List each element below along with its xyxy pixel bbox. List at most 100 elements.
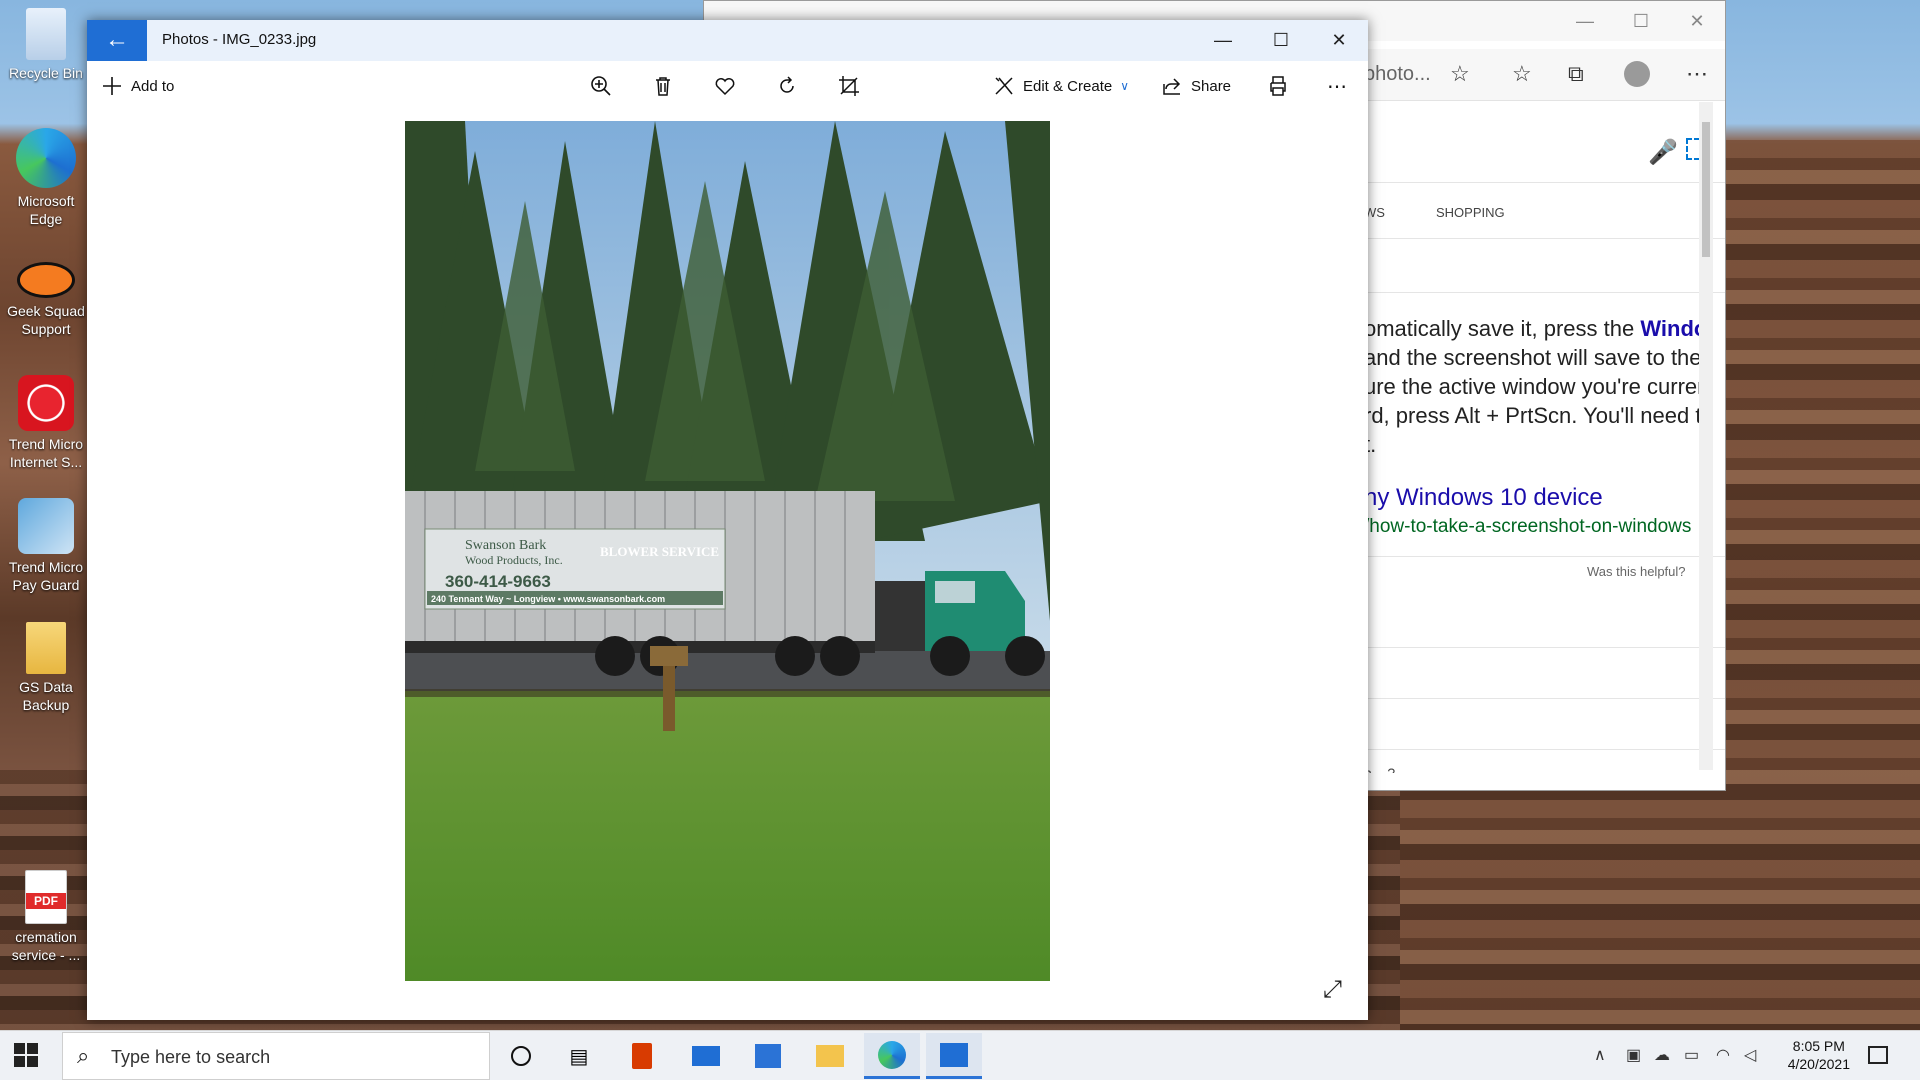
office-app-icon[interactable] <box>614 1033 670 1079</box>
trend-micro-icon <box>18 375 74 431</box>
desktop-icon-label: Recycle Bin <box>9 65 83 81</box>
close-button[interactable]: ✕ <box>1310 20 1368 61</box>
desktop-icon-edge[interactable]: Microsoft Edge <box>2 128 90 228</box>
share-icon <box>1163 78 1181 95</box>
start-button[interactable] <box>14 1043 38 1067</box>
photos-app-window[interactable]: ← Photos - IMG_0233.jpg — ☐ ✕ Add to Edi… <box>87 20 1368 1020</box>
edge-scrollbar[interactable] <box>1699 102 1713 770</box>
address-bar[interactable]: photo... <box>1364 63 1431 86</box>
desktop-icon-recycle-bin[interactable]: Recycle Bin <box>2 8 90 82</box>
edge-icon <box>16 128 76 188</box>
favorite-button[interactable] <box>714 71 736 101</box>
trend-micro-payguard-icon <box>18 498 74 554</box>
meet-now-icon[interactable]: ▣ <box>1626 1045 1641 1065</box>
crop-icon <box>839 76 859 96</box>
battery-icon[interactable]: ▭ <box>1684 1045 1699 1065</box>
maximize-button[interactable]: ☐ <box>1252 20 1310 61</box>
more-menu-icon[interactable]: ⋯ <box>1686 61 1708 87</box>
share-button[interactable]: Share <box>1161 71 1231 101</box>
zoom-button[interactable] <box>590 71 612 101</box>
edge-minimize-button[interactable]: — <box>1557 3 1613 39</box>
snippet-bold: Windo <box>1640 316 1708 341</box>
add-favorite-icon[interactable]: ☆ <box>1450 61 1470 87</box>
rotate-button[interactable] <box>776 71 798 101</box>
back-arrow-icon: ← <box>105 26 129 53</box>
mail-app-icon[interactable] <box>678 1033 734 1079</box>
desktop-icon-gs-backup[interactable]: GS Data Backup <box>2 622 90 714</box>
result-url[interactable]: /how-to-take-a-screenshot-on-windows <box>1364 516 1691 538</box>
add-to-label: Add to <box>131 77 175 95</box>
command-bar: Add to Edit & Create ∨ Share ⋯ <box>87 61 1368 111</box>
desktop-icon-label: Trend Micro Internet S... <box>8 436 84 470</box>
desktop-icon-label: Microsoft Edge <box>17 193 75 227</box>
desktop-icon-pdf[interactable]: PDF cremation service - ... <box>2 870 90 964</box>
delete-button[interactable] <box>652 71 674 101</box>
was-this-helpful[interactable]: Was this helpful? <box>1587 564 1686 579</box>
notifications-icon[interactable] <box>1868 1046 1888 1064</box>
heart-icon <box>715 78 735 96</box>
plus-icon <box>103 77 121 95</box>
more-options-icon[interactable]: ⋯ <box>1327 71 1349 101</box>
minimize-button[interactable]: — <box>1194 20 1252 61</box>
cortana-button[interactable] <box>493 1033 549 1079</box>
task-view-button[interactable]: ▤ <box>551 1033 607 1079</box>
search-box[interactable]: ⌕ Type here to search <box>62 1032 490 1080</box>
edge-close-button[interactable]: ✕ <box>1669 3 1725 39</box>
result-title-link[interactable]: ny Windows 10 device <box>1364 484 1603 512</box>
clock[interactable]: 8:05 PM 4/20/2021 <box>1788 1037 1850 1073</box>
sign-service: BLOWER SERVICE <box>600 544 719 559</box>
snippet-line: and the screenshot will save to the <box>1364 345 1702 370</box>
tab-shopping[interactable]: SHOPPING <box>1436 205 1505 220</box>
edit-create-icon <box>995 77 1013 95</box>
pdf-badge: PDF <box>26 893 66 909</box>
window-title: Photos - IMG_0233.jpg <box>162 31 317 48</box>
share-label: Share <box>1191 77 1232 95</box>
desktop-icon-geek-squad[interactable]: Geek Squad Support <box>2 262 90 338</box>
favorites-icon[interactable]: ☆ <box>1512 61 1532 87</box>
clock-date: 4/20/2021 <box>1787 1056 1850 1072</box>
file-explorer-icon[interactable] <box>802 1033 858 1079</box>
profile-icon[interactable] <box>1624 61 1650 87</box>
sign-phone: 360-414-9663 <box>445 572 551 591</box>
snippet-line: ure the active window you're curren <box>1364 374 1710 399</box>
crop-button[interactable] <box>838 71 860 101</box>
photo-scene: Swanson Bark Wood Products, Inc. BLOWER … <box>405 121 1050 981</box>
search-icon: ⌕ <box>77 1043 90 1068</box>
rotate-icon <box>780 76 794 93</box>
onedrive-icon[interactable]: ☁ <box>1654 1045 1670 1065</box>
pdf-icon: PDF <box>25 870 67 924</box>
show-hidden-icons-icon[interactable]: ∧ <box>1594 1045 1606 1065</box>
sign-address: 240 Tennant Way ~ Longview • www.swanson… <box>431 594 665 604</box>
calendar-app-icon[interactable] <box>740 1033 796 1079</box>
desktop-icon-label: cremation service - ... <box>11 929 81 963</box>
add-to-button[interactable]: Add to <box>101 71 174 101</box>
taskbar: ⌕ Type here to search ▤ ∧ ▣ ☁ ▭ ◠ ◁ 8:05… <box>0 1030 1920 1080</box>
photos-taskbar-icon[interactable] <box>926 1033 982 1079</box>
edge-maximize-button[interactable]: ☐ <box>1613 3 1669 39</box>
footer-fragment: h .. ? <box>1364 765 1396 773</box>
photo-image: Swanson Bark Wood Products, Inc. BLOWER … <box>405 121 1050 981</box>
snippet-line: omatically save it, press the Windo <box>1364 316 1708 341</box>
volume-icon[interactable]: ◁ <box>1744 1045 1756 1065</box>
sign-company: Swanson Bark <box>465 538 546 553</box>
edit-create-button[interactable]: Edit & Create ∨ <box>993 71 1129 101</box>
microphone-icon[interactable]: 🎤 <box>1648 138 1678 167</box>
recycle-bin-icon <box>26 8 66 60</box>
print-icon <box>1270 76 1286 96</box>
fullscreen-expand-icon[interactable]: ⤢ <box>1323 976 1342 1004</box>
geek-squad-icon <box>17 262 75 298</box>
collections-icon[interactable]: ⧉ <box>1568 61 1584 87</box>
chevron-down-icon: ∨ <box>1120 79 1130 93</box>
scrollbar-thumb[interactable] <box>1702 122 1710 257</box>
desktop-icon-label: Trend Micro Pay Guard <box>8 559 84 593</box>
snippet-line: rd, press Alt + PrtScn. You'll need to <box>1364 403 1714 428</box>
trash-icon <box>656 77 670 96</box>
wifi-icon[interactable]: ◠ <box>1716 1045 1730 1065</box>
print-button[interactable] <box>1267 71 1289 101</box>
edge-taskbar-icon[interactable] <box>864 1033 920 1079</box>
desktop-icon-trend-micro[interactable]: Trend Micro Internet S... <box>2 375 90 471</box>
clock-time: 8:05 PM <box>1792 1038 1845 1054</box>
desktop-icon-payguard[interactable]: Trend Micro Pay Guard <box>2 498 90 594</box>
back-button[interactable]: ← <box>87 20 147 61</box>
sign-company2: Wood Products, Inc. <box>465 553 563 567</box>
